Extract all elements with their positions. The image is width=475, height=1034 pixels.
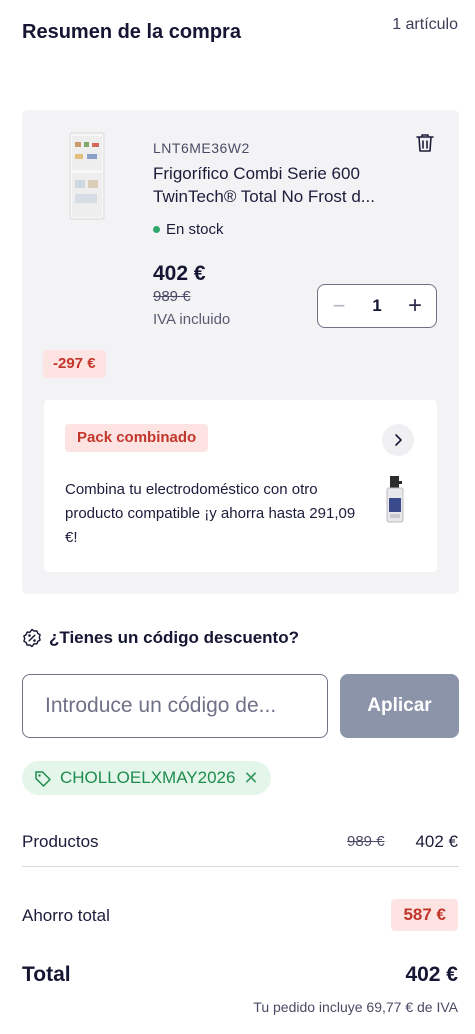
- decrease-quantity-button[interactable]: −: [328, 293, 350, 319]
- cart-item-card: LNT6ME36W2 Frigorífico Combi Serie 600 T…: [22, 110, 459, 594]
- stock-dot-icon: [153, 226, 160, 233]
- coupon-question: ¿Tienes un código descuento?: [22, 628, 299, 648]
- divider: [22, 866, 459, 867]
- applied-coupon-code: CHOLLOELXMAY2026: [60, 768, 236, 787]
- vat-info: Tu pedido incluye 69,77 € de IVA: [253, 999, 458, 1015]
- stock-status: En stock: [153, 221, 224, 238]
- coupon-code-input[interactable]: [22, 674, 328, 738]
- summary-title: Resumen de la compra: [22, 21, 241, 43]
- discount-badge: -297 €: [43, 350, 106, 378]
- products-price: 402 €: [415, 832, 458, 851]
- product-sku: LNT6ME36W2: [153, 140, 250, 156]
- savings-badge: 587 €: [391, 899, 458, 931]
- product-price: 402 €: [153, 262, 206, 285]
- remove-coupon-icon[interactable]: ✕: [243, 768, 258, 789]
- combined-pack-card[interactable]: Pack combinado Combina tu electrodomésti…: [44, 400, 437, 572]
- pack-description: Combina tu electrodoméstico con otro pro…: [65, 481, 356, 546]
- pack-badge: Pack combinado: [65, 424, 209, 452]
- chevron-right-icon[interactable]: [382, 424, 414, 456]
- apply-coupon-button[interactable]: Aplicar: [340, 674, 459, 738]
- increase-quantity-button[interactable]: +: [404, 292, 426, 320]
- quantity-value: 1: [372, 296, 382, 315]
- products-old-price: 989 €: [347, 833, 385, 850]
- product-name[interactable]: Frigorífico Combi Serie 600 TwinTech® To…: [153, 162, 413, 208]
- fridge-image: [69, 132, 105, 220]
- quantity-stepper: − 1 +: [317, 284, 437, 328]
- total-label: Total: [22, 963, 71, 986]
- coupon-question-label: ¿Tienes un código descuento?: [49, 628, 299, 647]
- products-label: Productos: [22, 832, 99, 851]
- applied-coupon-chip: CHOLLOELXMAY2026 ✕: [22, 761, 271, 795]
- stock-label: En stock: [166, 221, 224, 238]
- item-count: 1 artículo: [392, 16, 458, 33]
- product-old-price: 989 €: [153, 288, 191, 305]
- trash-icon[interactable]: [414, 132, 436, 154]
- total-value: 402 €: [405, 963, 458, 986]
- tag-icon: [35, 771, 51, 787]
- savings-label: Ahorro total: [22, 906, 110, 925]
- percent-badge-icon: [23, 628, 41, 648]
- vat-included-label: IVA incluido: [153, 311, 231, 328]
- cleaner-spray-image: [386, 476, 404, 523]
